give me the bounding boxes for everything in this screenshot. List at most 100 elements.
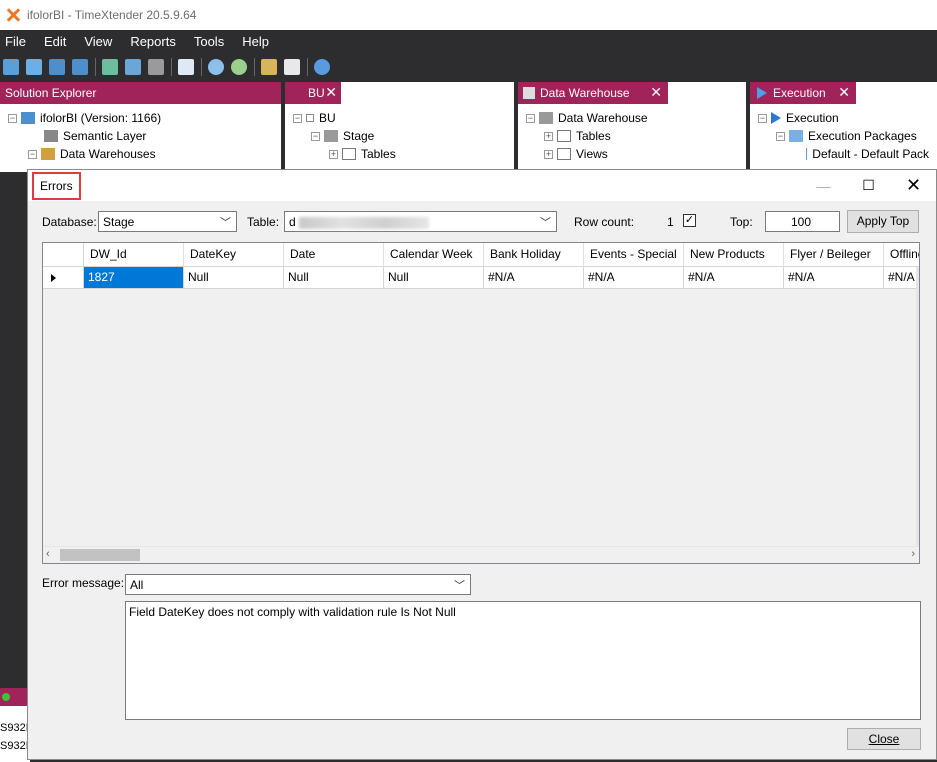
expand-icon[interactable]: +	[544, 131, 553, 141]
column-header[interactable]: Calendar Week	[384, 243, 484, 267]
close-icon[interactable]: ✕	[650, 84, 662, 101]
collapse-icon[interactable]: −	[776, 131, 785, 141]
table-cell[interactable]: Null	[284, 267, 384, 289]
chevron-down-icon: ﹀	[220, 217, 231, 229]
toolbar	[0, 52, 937, 82]
tree-item-execution[interactable]: − Execution	[758, 109, 929, 127]
menu-reports[interactable]: Reports	[129, 32, 177, 51]
tree-item-semantic-layer[interactable]: Semantic Layer	[8, 127, 273, 145]
collapse-icon[interactable]: −	[311, 131, 320, 141]
close-icon[interactable]: ✕	[838, 84, 850, 101]
table-cell[interactable]: Null	[184, 267, 284, 289]
panel-tab-execution[interactable]: Execution ✕	[750, 82, 856, 104]
play-icon	[771, 112, 781, 124]
table-label: Table:	[247, 215, 280, 229]
data-warehouse-icon	[539, 112, 553, 124]
table-value: d	[289, 215, 296, 229]
panel-title: Execution	[773, 86, 826, 100]
database-select[interactable]: Stage ﹀	[98, 211, 237, 232]
table-select[interactable]: d ﹀	[284, 211, 557, 232]
table-cell[interactable]: #N/A	[484, 267, 584, 289]
table-cell[interactable]: #N/A	[584, 267, 684, 289]
minimize-icon[interactable]: —	[801, 170, 846, 201]
error-message-filter-value: All	[130, 578, 144, 592]
column-header[interactable]: DateKey	[184, 243, 284, 267]
database-icon	[41, 148, 55, 160]
app-title: ifolorBI - TimeXtender 20.5.9.64	[27, 8, 197, 22]
new-project-icon[interactable]	[3, 59, 19, 75]
open-icon[interactable]	[26, 59, 42, 75]
scroll-right-icon[interactable]: ›	[911, 548, 915, 560]
expand-icon[interactable]: +	[329, 149, 338, 159]
menu-file[interactable]: File	[4, 32, 27, 51]
tree-item-bu[interactable]: − BU	[293, 109, 506, 127]
error-rows-grid[interactable]: DW_Id DateKey Date Calendar Week Bank Ho…	[42, 242, 920, 564]
collapse-icon[interactable]: −	[28, 149, 37, 159]
column-header[interactable]: Offline	[884, 243, 919, 267]
solution-explorer-panel: Solution Explorer − ifolorBI (Version: 1…	[0, 82, 281, 172]
execute-icon[interactable]	[148, 59, 164, 75]
scrollbar-thumb[interactable]	[60, 549, 140, 561]
user-lock-icon[interactable]	[261, 59, 277, 75]
column-header[interactable]: Events - Special	[584, 243, 684, 267]
column-header[interactable]: Bank Holiday	[484, 243, 584, 267]
table-cell[interactable]: 1827	[84, 267, 184, 289]
globe-sync-icon[interactable]	[208, 59, 224, 75]
refresh-icon[interactable]	[314, 59, 330, 75]
vertical-scrollbar[interactable]	[916, 267, 919, 547]
menu-view[interactable]: View	[83, 32, 113, 51]
collapse-icon[interactable]: −	[758, 113, 767, 123]
save-icon[interactable]	[49, 59, 65, 75]
deploy-icon[interactable]	[125, 59, 141, 75]
collapse-icon[interactable]: −	[8, 113, 17, 123]
maximize-icon[interactable]: ☐	[846, 170, 891, 201]
top-input[interactable]	[765, 211, 840, 232]
globe-icon[interactable]	[231, 59, 247, 75]
tree-item-data-warehouse[interactable]: − Data Warehouse	[526, 109, 738, 127]
panel-title: BU	[308, 86, 325, 100]
table-row[interactable]: 1827 Null Null Null #N/A #N/A #N/A #N/A …	[43, 267, 919, 289]
scroll-left-icon[interactable]: ‹	[46, 548, 50, 560]
table-cell[interactable]: Null	[384, 267, 484, 289]
close-icon[interactable]: ✕	[325, 84, 337, 101]
column-header[interactable]: Date	[284, 243, 384, 267]
tree-item-project[interactable]: − ifolorBI (Version: 1166)	[8, 109, 273, 127]
save-all-icon[interactable]	[72, 59, 88, 75]
copy-icon[interactable]	[284, 59, 300, 75]
tree-item-execution-packages[interactable]: − Execution Packages	[758, 127, 929, 145]
error-message-select[interactable]: All ﹀	[125, 574, 471, 595]
panel-tab-data-warehouse[interactable]: Data Warehouse ✕	[518, 82, 668, 104]
tree-item-data-warehouses[interactable]: − Data Warehouses	[8, 145, 273, 163]
expand-icon[interactable]: +	[544, 149, 553, 159]
document-icon[interactable]	[178, 59, 194, 75]
panel-tab-bu[interactable]: BU ✕	[285, 82, 341, 104]
table-cell[interactable]: #N/A	[784, 267, 884, 289]
play-icon	[757, 87, 767, 99]
tree-item-stage[interactable]: − Stage	[293, 127, 506, 145]
top-checkbox[interactable]: ✓	[683, 214, 696, 227]
menu-tools[interactable]: Tools	[193, 32, 225, 51]
add-icon[interactable]	[102, 59, 118, 75]
close-button[interactable]: Close	[847, 728, 921, 750]
tree-item-label: Data Warehouse	[558, 111, 648, 125]
table-icon	[342, 148, 356, 160]
column-header[interactable]: New Products	[684, 243, 784, 267]
tree-item-tables[interactable]: + Tables	[526, 127, 738, 145]
close-icon[interactable]: ✕	[891, 170, 936, 201]
horizontal-scrollbar[interactable]: ‹ ›	[43, 546, 919, 563]
collapse-icon[interactable]: −	[526, 113, 535, 123]
table-cell[interactable]: #N/A	[884, 267, 919, 289]
column-header[interactable]: DW_Id	[84, 243, 184, 267]
tree-item-views[interactable]: + Views	[526, 145, 738, 163]
tree-item-default-package[interactable]: Default - Default Pack	[758, 145, 929, 163]
table-cell[interactable]: #N/A	[684, 267, 784, 289]
column-header[interactable]: Flyer / Beileger	[784, 243, 884, 267]
menu-edit[interactable]: Edit	[43, 32, 67, 51]
error-message-text[interactable]: Field DateKey does not comply with valid…	[125, 601, 921, 720]
collapse-icon[interactable]: −	[293, 113, 302, 123]
tree-item-tables[interactable]: + Tables	[293, 145, 506, 163]
row-header[interactable]	[43, 267, 84, 289]
output-panel-header	[0, 688, 30, 706]
apply-top-button[interactable]: Apply Top	[847, 210, 919, 233]
menu-help[interactable]: Help	[241, 32, 270, 51]
